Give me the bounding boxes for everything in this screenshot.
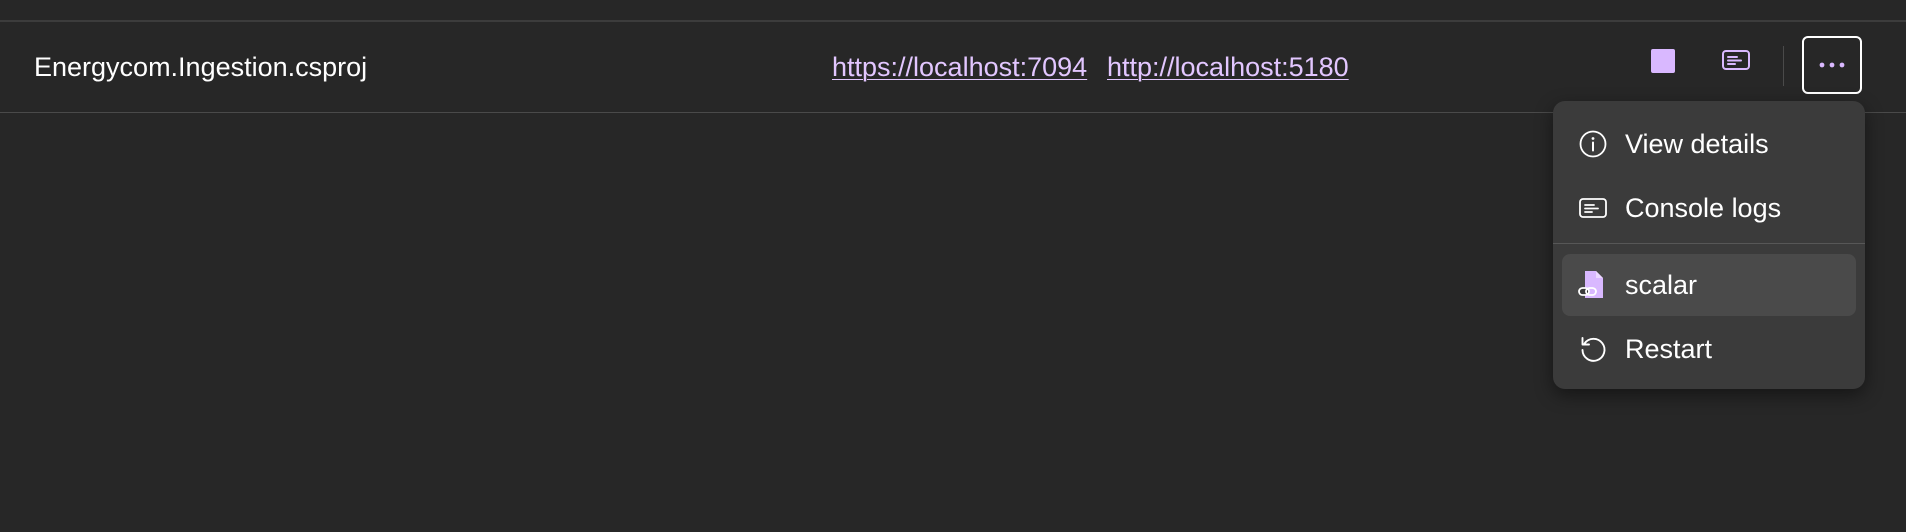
- context-menu: View details Console logs scalar Restart: [1553, 101, 1865, 389]
- menu-item-label: scalar: [1625, 270, 1698, 300]
- console-log-icon: [1578, 193, 1608, 223]
- endpoint-link-https[interactable]: https://localhost:7094: [832, 51, 1087, 83]
- menu-item-scalar[interactable]: scalar: [1562, 254, 1856, 316]
- actions-divider: [1783, 46, 1784, 86]
- menu-item-restart[interactable]: Restart: [1562, 318, 1856, 380]
- menu-separator: [1553, 243, 1865, 244]
- menu-item-label: Restart: [1625, 334, 1713, 364]
- stop-square-icon: [1651, 49, 1675, 73]
- info-circle-icon: [1578, 129, 1608, 159]
- more-actions-button[interactable]: [1802, 36, 1862, 94]
- console-log-icon: [1722, 50, 1750, 70]
- menu-item-view-details[interactable]: View details: [1562, 113, 1856, 175]
- resource-name: Energycom.Ingestion.csproj: [34, 52, 368, 82]
- stop-button[interactable]: [1646, 44, 1680, 78]
- menu-item-label: Console logs: [1625, 193, 1782, 223]
- menu-item-console-logs[interactable]: Console logs: [1562, 177, 1856, 239]
- document-link-icon: [1578, 270, 1608, 300]
- menu-item-label: View details: [1625, 129, 1769, 159]
- restart-arrow-icon: [1578, 334, 1608, 364]
- console-logs-button[interactable]: [1718, 42, 1754, 78]
- resource-row: Energycom.Ingestion.csproj https://local…: [0, 22, 1906, 113]
- endpoint-link-http[interactable]: http://localhost:5180: [1107, 51, 1349, 83]
- ellipsis-icon: [1819, 62, 1845, 68]
